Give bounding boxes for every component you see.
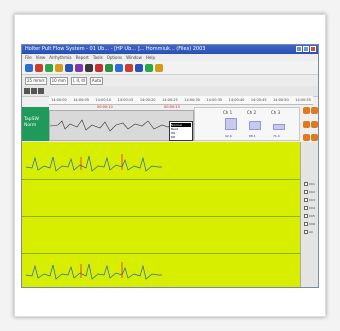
timeline-tick: 14:00:40 <box>228 98 245 102</box>
filter-icon[interactable] <box>35 63 43 72</box>
hand-icon[interactable] <box>65 63 73 72</box>
channel-checkbox[interactable] <box>304 230 308 234</box>
lead-icon[interactable] <box>25 63 33 72</box>
ecg-strip-area[interactable] <box>22 142 300 287</box>
stat-value: 71.4 <box>273 134 280 138</box>
magnify-icon[interactable] <box>75 63 83 72</box>
timeline-tick: 14:00:35 <box>206 98 223 102</box>
timeline-tick: 14:00:25 <box>162 98 178 102</box>
channel-checkbox-label: Ch6 <box>309 222 315 226</box>
settings-toolbar: 25 mm/s 10 mm I, II, III Auto <box>22 75 318 86</box>
channel-checkbox[interactable] <box>304 182 308 186</box>
channel-checkbox-label: Ch5 <box>309 214 315 218</box>
stat-label: Ch 1 <box>223 110 233 115</box>
channel-checkbox-label: Ch4 <box>309 206 315 210</box>
lead-field[interactable]: I, II, III <box>70 76 87 85</box>
close-button[interactable] <box>310 46 316 52</box>
stat-label: Ch 3 <box>271 110 281 115</box>
menu-help[interactable]: Help <box>146 54 155 61</box>
stat-label: Ch 2 <box>247 110 257 115</box>
gain-field[interactable]: 10 mm <box>49 76 68 85</box>
channel-checkbox[interactable] <box>304 214 308 218</box>
first-page-icon[interactable] <box>24 88 30 94</box>
down-arrow-icon[interactable] <box>311 107 318 114</box>
timeline-ruler: 14:00:00 14:00:05 14:00:10 14:00:15 14:00:20… <box>49 96 313 105</box>
ecg-strip-icon <box>25 154 162 280</box>
zoom-in-icon[interactable] <box>95 63 103 72</box>
chart-icon[interactable] <box>135 63 143 72</box>
channel-checkbox-label: All <box>309 230 313 234</box>
timeline-tick: 14:00:00 <box>51 98 67 102</box>
wave-icon[interactable] <box>55 63 63 72</box>
settings-icon[interactable] <box>155 63 163 72</box>
stat-bar <box>249 121 261 130</box>
menu-arrhythmia[interactable]: Arrhythmia <box>49 54 71 61</box>
speed-field[interactable]: 25 mm/s <box>25 76 47 85</box>
grid-icon[interactable] <box>115 63 123 72</box>
stat-value: 92.6 <box>225 134 232 138</box>
maximize-button[interactable] <box>303 46 309 52</box>
window-title: Holter Pult Flow System - 01 Ub... - [HP… <box>25 46 206 52</box>
main-toolbar <box>22 61 318 75</box>
channel-checkbox[interactable] <box>304 198 308 202</box>
menu-window[interactable]: Window <box>126 54 142 61</box>
arrow-icon[interactable] <box>45 63 53 72</box>
timeline-tick: 14:00:55 <box>295 98 311 102</box>
stat-bar <box>273 124 285 130</box>
stat-bar <box>225 118 237 130</box>
right-arrow-icon[interactable] <box>311 120 318 128</box>
ecg-overview-panel[interactable]: Normal Beat HR RR <box>49 110 194 141</box>
stat-value: 88.1 <box>249 134 256 138</box>
timeline-tick: 14:00:30 <box>184 98 200 102</box>
menu-bar: File View Arrhythmia Report Tools Option… <box>22 54 318 61</box>
timeline-tick: 14:00:05 <box>73 98 89 102</box>
event-mark[interactable]: 00:00:13 <box>164 105 180 109</box>
zoom-out-icon[interactable] <box>105 63 113 72</box>
next-page-icon[interactable] <box>38 88 44 94</box>
channel-label: TapSW Norm <box>22 107 49 141</box>
channel-checkbox-label: Ch3 <box>309 198 315 202</box>
app-window: Holter Pult Flow System - 01 Ub... - [HP… <box>21 44 319 288</box>
marker-icon[interactable] <box>125 63 133 72</box>
channel-checkbox[interactable] <box>304 206 308 210</box>
mode-field[interactable]: Auto <box>89 76 104 85</box>
timeline-tick: 14:00:10 <box>95 98 112 102</box>
channel-checkbox[interactable] <box>304 190 308 194</box>
minimize-button[interactable] <box>296 46 302 52</box>
menu-report[interactable]: Report <box>76 54 89 61</box>
timeline-tick: 14:00:15 <box>117 98 134 102</box>
up-arrow-icon[interactable] <box>303 107 310 114</box>
print-icon[interactable] <box>85 63 93 72</box>
menu-options[interactable]: Options <box>107 54 122 61</box>
left-arrow-icon[interactable] <box>303 120 310 128</box>
menu-file[interactable]: File <box>25 54 32 61</box>
menu-view[interactable]: View <box>36 54 46 61</box>
refresh-icon[interactable] <box>303 134 310 142</box>
timeline-tick: 14:00:20 <box>139 98 156 102</box>
statistics-panel: Ch 1 92.6 Ch 2 88.1 Ch 3 71.4 <box>194 107 300 141</box>
prev-page-icon[interactable] <box>31 88 37 94</box>
timeline-tick: 14:00:45 <box>250 98 267 102</box>
menu-tools[interactable]: Tools <box>93 54 103 61</box>
beat-info-popup: Normal Beat HR RR <box>169 121 193 141</box>
stop-icon[interactable] <box>311 134 318 142</box>
timeline-tick: 14:00:50 <box>273 98 289 102</box>
channel-checkbox-label: Ch1 <box>309 182 315 186</box>
event-mark[interactable]: 00:00:10 <box>97 105 113 109</box>
window-controls <box>296 46 316 52</box>
side-action-buttons <box>303 107 318 147</box>
flag-icon[interactable] <box>145 63 153 72</box>
title-bar: Holter Pult Flow System - 01 Ub... - [HP… <box>22 45 318 54</box>
channel-checkbox-label: Ch2 <box>309 190 315 194</box>
channel-selector-panel: Ch1 Ch2 Ch3 Ch4 Ch5 Ch6 All <box>300 142 318 287</box>
channel-checkbox[interactable] <box>304 222 308 226</box>
